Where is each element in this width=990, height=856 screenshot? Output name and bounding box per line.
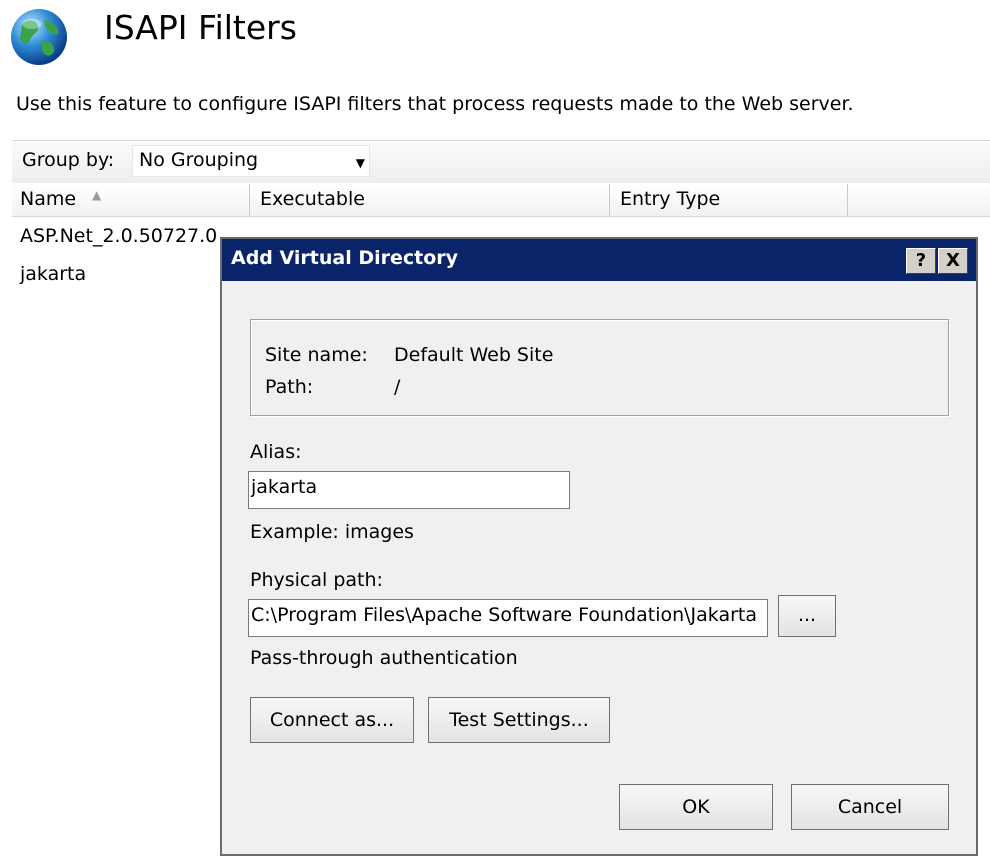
help-button[interactable]: ? — [906, 248, 936, 274]
group-by-value: No Grouping — [139, 149, 259, 171]
dropdown-arrow-icon[interactable]: ▼ — [356, 156, 365, 170]
physical-path-label: Physical path: — [250, 569, 383, 591]
alias-example-text: Example: images — [250, 521, 414, 543]
page-title: ISAPI Filters — [104, 8, 297, 47]
column-header-entry-type[interactable]: Entry Type — [620, 188, 720, 216]
add-virtual-directory-dialog: Add Virtual Directory ? X Site name: Def… — [220, 237, 978, 856]
path-label: Path: — [265, 376, 314, 398]
dialog-titlebar[interactable]: Add Virtual Directory ? X — [222, 239, 976, 281]
ok-button[interactable]: OK — [619, 784, 773, 830]
sort-ascending-icon: ▲ — [92, 188, 102, 202]
page-description: Use this feature to configure ISAPI filt… — [16, 93, 854, 115]
alias-input[interactable]: jakarta — [248, 471, 570, 509]
path-value: / — [394, 376, 401, 398]
group-by-select[interactable]: No Grouping ▼ — [132, 145, 370, 177]
list-item[interactable]: ASP.Net_2.0.50727.0 — [20, 225, 217, 247]
group-by-label: Group by: — [22, 149, 115, 171]
globe-icon — [8, 6, 70, 68]
site-info-group: Site name: Default Web Site Path: / — [250, 319, 949, 416]
list-header: Name ▲ Executable Entry Type — [12, 184, 990, 217]
column-divider[interactable] — [249, 184, 250, 216]
column-divider[interactable] — [609, 184, 610, 216]
column-divider[interactable] — [847, 184, 848, 216]
connect-as-button[interactable]: Connect as... — [250, 697, 414, 743]
close-button[interactable]: X — [938, 248, 968, 274]
pass-through-auth-text: Pass-through authentication — [250, 647, 518, 669]
physical-path-input[interactable]: C:\Program Files\Apache Software Foundat… — [248, 599, 768, 637]
site-name-value: Default Web Site — [394, 344, 554, 366]
test-settings-button[interactable]: Test Settings... — [428, 697, 610, 743]
alias-label: Alias: — [250, 441, 302, 463]
browse-button[interactable]: ... — [778, 595, 836, 637]
group-by-toolbar: Group by: No Grouping ▼ — [12, 140, 990, 183]
column-header-executable[interactable]: Executable — [260, 188, 365, 216]
column-header-name[interactable]: Name — [20, 188, 76, 216]
site-name-label: Site name: — [265, 344, 368, 366]
cancel-button[interactable]: Cancel — [791, 784, 949, 830]
list-item[interactable]: jakarta — [20, 263, 86, 285]
dialog-title: Add Virtual Directory — [231, 247, 459, 269]
